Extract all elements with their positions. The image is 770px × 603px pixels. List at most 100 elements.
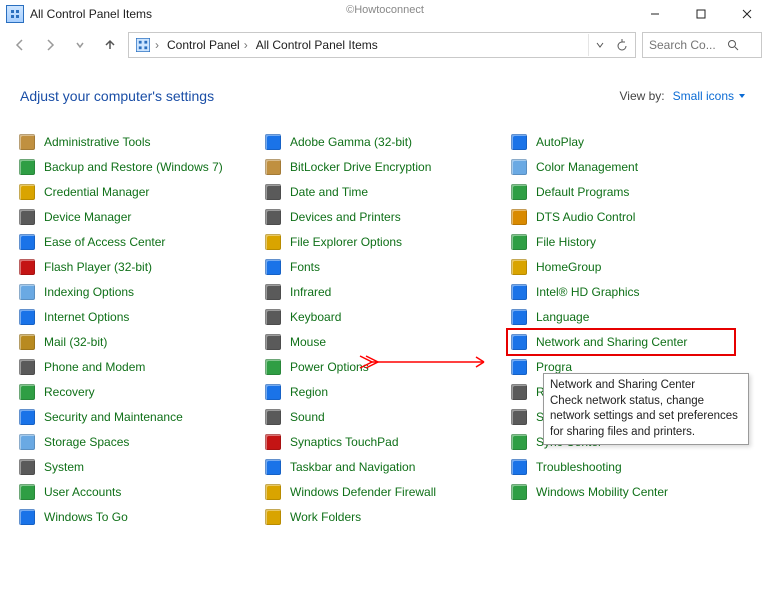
remote-icon [510, 383, 528, 401]
cp-item-label: Credential Manager [44, 185, 149, 199]
address-bar[interactable]: › Control Panel › All Control Panel Item… [128, 32, 636, 58]
tooltip-title: Network and Sharing Center [550, 378, 742, 394]
search-icon [727, 39, 739, 51]
search-box[interactable] [642, 32, 762, 58]
cp-item-gamma[interactable]: Adobe Gamma (32-bit) [264, 132, 504, 152]
control-panel-grid: Administrative Tools Adobe Gamma (32-bit)… [0, 114, 770, 527]
cp-item-region[interactable]: Region [264, 382, 504, 402]
cp-item-taskbar[interactable]: Taskbar and Navigation [264, 457, 504, 477]
back-button[interactable] [8, 33, 32, 57]
cp-item-bitlocker[interactable]: BitLocker Drive Encryption [264, 157, 504, 177]
taskbar-icon [264, 458, 282, 476]
backup-icon [18, 158, 36, 176]
cp-item-label: Sound [290, 410, 325, 424]
cp-item-label: Windows To Go [44, 510, 128, 524]
cp-item-flash[interactable]: Flash Player (32-bit) [18, 257, 258, 277]
cp-item-intel[interactable]: Intel® HD Graphics [510, 282, 750, 302]
cp-item-admintools[interactable]: Administrative Tools [18, 132, 258, 152]
cp-item-label: Date and Time [290, 185, 368, 199]
cp-item-trouble[interactable]: Troubleshooting [510, 457, 750, 477]
cp-item-filehist[interactable]: File History [510, 232, 750, 252]
cp-item-device[interactable]: Device Manager [18, 207, 258, 227]
cp-item-fonts[interactable]: Fonts [264, 257, 504, 277]
trouble-icon [510, 458, 528, 476]
region-icon [264, 383, 282, 401]
breadcrumb-root[interactable]: › [131, 33, 163, 57]
breadcrumb-label: All Control Panel Items [256, 38, 378, 52]
cp-item-recovery[interactable]: Recovery [18, 382, 258, 402]
cp-item-explorer[interactable]: File Explorer Options [264, 232, 504, 252]
cp-item-internet[interactable]: Internet Options [18, 307, 258, 327]
cp-item-datetime[interactable]: Date and Time [264, 182, 504, 202]
cp-item-phone[interactable]: Phone and Modem [18, 357, 258, 377]
cp-item-dts[interactable]: DTS Audio Control [510, 207, 750, 227]
cp-item-credential[interactable]: Credential Manager [18, 182, 258, 202]
cp-item-firewall[interactable]: Windows Defender Firewall [264, 482, 504, 502]
history-dropdown[interactable] [68, 33, 92, 57]
titlebar: All Control Panel Items ©Howtoconnect [0, 0, 770, 28]
maximize-button[interactable] [678, 0, 724, 28]
cp-item-backup[interactable]: Backup and Restore (Windows 7) [18, 157, 258, 177]
cp-item-default[interactable]: Default Programs [510, 182, 750, 202]
cp-item-label: User Accounts [44, 485, 121, 499]
header-area: Adjust your computer's settings View by:… [0, 62, 770, 114]
cp-item-devices[interactable]: Devices and Printers [264, 207, 504, 227]
cp-item-label: File History [536, 235, 596, 249]
cp-item-power[interactable]: Power Options [264, 357, 504, 377]
recovery-icon [18, 383, 36, 401]
cp-item-mouse[interactable]: Mouse [264, 332, 504, 352]
cp-item-system[interactable]: System [18, 457, 258, 477]
cp-item-indexing[interactable]: Indexing Options [18, 282, 258, 302]
internet-icon [18, 308, 36, 326]
cp-item-infrared[interactable]: Infrared [264, 282, 504, 302]
cp-item-mail[interactable]: Mail (32-bit) [18, 332, 258, 352]
cp-item-touchpad[interactable]: Synaptics TouchPad [264, 432, 504, 452]
search-input[interactable] [647, 37, 723, 53]
cp-item-label: Windows Mobility Center [536, 485, 668, 499]
cp-item-ease[interactable]: Ease of Access Center [18, 232, 258, 252]
view-by-dropdown[interactable]: Small icons [673, 89, 746, 103]
cp-item-storage[interactable]: Storage Spaces [18, 432, 258, 452]
cp-item-label: System [44, 460, 84, 474]
storage-icon [18, 433, 36, 451]
cp-item-label: Adobe Gamma (32-bit) [290, 135, 412, 149]
cp-item-user[interactable]: User Accounts [18, 482, 258, 502]
cp-item-label: Taskbar and Navigation [290, 460, 415, 474]
cp-item-autoplay[interactable]: AutoPlay [510, 132, 750, 152]
tooltip-body: Check network status, change network set… [550, 394, 742, 441]
dts-icon [510, 208, 528, 226]
cp-item-homegroup[interactable]: HomeGroup [510, 257, 750, 277]
cp-item-network[interactable]: Network and Sharing Center [510, 332, 750, 352]
cp-item-sound[interactable]: Sound [264, 407, 504, 427]
cp-item-label: Default Programs [536, 185, 629, 199]
cp-item-mobility[interactable]: Windows Mobility Center [510, 482, 750, 502]
workfolders-icon [264, 508, 282, 526]
cp-item-security[interactable]: Security and Maintenance [18, 407, 258, 427]
view-by-value: Small icons [673, 89, 734, 103]
cp-item-wintogo[interactable]: Windows To Go [18, 507, 258, 527]
cp-item-label: Windows Defender Firewall [290, 485, 436, 499]
address-dropdown[interactable] [588, 34, 611, 56]
autoplay-icon [510, 133, 528, 151]
admintools-icon [18, 133, 36, 151]
cp-item-language[interactable]: Language [510, 307, 750, 327]
close-button[interactable] [724, 0, 770, 28]
breadcrumb-control-panel[interactable]: Control Panel › [163, 33, 252, 57]
refresh-button[interactable] [611, 34, 633, 56]
cp-item-label: Progra [536, 360, 572, 374]
forward-button[interactable] [38, 33, 62, 57]
programs-icon [510, 358, 528, 376]
cp-item-label: Region [290, 385, 328, 399]
navigation-bar: › Control Panel › All Control Panel Item… [0, 28, 770, 62]
cp-item-label: Language [536, 310, 589, 324]
cp-item-color[interactable]: Color Management [510, 157, 750, 177]
chevron-right-icon: › [244, 38, 248, 52]
cp-item-workfolders[interactable]: Work Folders [264, 507, 504, 527]
up-button[interactable] [98, 33, 122, 57]
minimize-button[interactable] [632, 0, 678, 28]
breadcrumb-all-items[interactable]: All Control Panel Items [252, 33, 382, 57]
sync-icon [510, 433, 528, 451]
chevron-right-icon: › [155, 38, 159, 52]
cp-item-keyboard[interactable]: Keyboard [264, 307, 504, 327]
cp-item-label: AutoPlay [536, 135, 584, 149]
